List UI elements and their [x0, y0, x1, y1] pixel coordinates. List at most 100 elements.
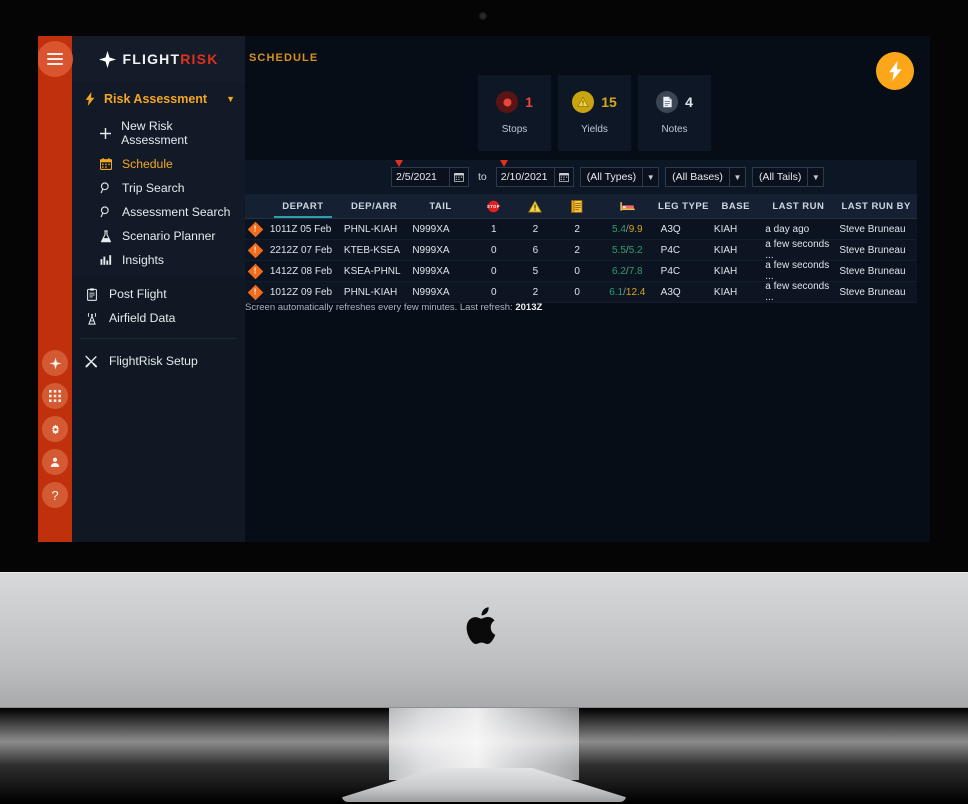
column-header-last-run[interactable]: LAST RUN [761, 194, 835, 218]
table-row[interactable]: ! 1011Z 05 Feb PHNL-KIAH N999XA 1 2 2 5.4/9.9 A3… [245, 219, 917, 240]
risk-diamond-icon[interactable]: ! [245, 263, 266, 279]
grid-apps-icon[interactable] [42, 383, 68, 409]
nav-header-risk-assessment[interactable]: Risk Assessment ▼ [72, 84, 245, 114]
chevron-down-icon[interactable]: ▼ [807, 168, 823, 186]
column-header-tail[interactable]: TAIL [408, 194, 473, 218]
lightning-bolt-icon [888, 61, 902, 81]
sidebar-item-trip-search[interactable]: Trip Search [72, 176, 245, 200]
cell-notes: 0 [574, 265, 580, 277]
chevron-down-icon[interactable]: ▼ [642, 168, 658, 186]
cell-notes: 2 [574, 244, 580, 256]
svg-text:STOP: STOP [487, 203, 500, 208]
cell-last-run-by: Steve Bruneau [839, 223, 906, 235]
brand-name-second: RISK [180, 51, 219, 67]
webcam-dot-icon [479, 12, 487, 20]
stat-card-yields[interactable]: 15 Yields [558, 75, 631, 151]
cell-dep-arr: PHNL-KIAH [343, 286, 398, 298]
screen-content: ? FLIGHTRISK Risk Assessment ▼ New Risk … [38, 36, 930, 542]
duty-value: 9.9 [628, 223, 643, 235]
column-header-rest-duty[interactable] [598, 194, 657, 218]
table-row[interactable]: ! 1012Z 09 Feb PHNL-KIAH N999XA 0 2 0 6.1/12.4 A… [245, 281, 917, 303]
last-refresh-time: 2013Z [515, 302, 543, 313]
stat-card-stops[interactable]: 1 Stops [478, 75, 551, 151]
nav-section-operations: Post Flight Airfield Data [72, 276, 245, 334]
magnifier-icon [98, 182, 113, 194]
filter-select-bases[interactable]: (All Bases) ▼ [665, 167, 746, 187]
tools-icon [84, 355, 99, 368]
column-header-leg-type[interactable]: LEG TYPE [657, 194, 710, 218]
rail-icon-list: ? [38, 343, 72, 515]
sidebar-item-airfield-data[interactable]: Airfield Data [72, 306, 245, 330]
column-header-dep-arr[interactable]: DEP/ARR [340, 194, 408, 218]
stat-label: Stops [501, 124, 528, 135]
filter-select-tails[interactable]: (All Tails) ▼ [751, 167, 825, 187]
chevron-down-icon[interactable]: ▼ [728, 168, 745, 186]
stat-row: 15 [572, 91, 617, 113]
stat-label: Yields [581, 124, 608, 135]
column-header-notes[interactable] [556, 194, 598, 218]
sidebar-item-insights[interactable]: Insights [72, 248, 245, 272]
sidebar-item-label: Schedule [122, 157, 173, 171]
sidebar-item-schedule[interactable]: Schedule [72, 152, 245, 176]
column-header-last-run-by[interactable]: LAST RUN BY [835, 194, 917, 218]
brand-logo[interactable]: FLIGHTRISK [72, 36, 245, 82]
sidebar-item-flightrisk-setup[interactable]: FlightRisk Setup [72, 349, 245, 373]
risk-diamond-icon[interactable]: ! [245, 284, 266, 300]
gear-icon[interactable] [42, 416, 68, 442]
cell-last-run-by: Steve Bruneau [839, 265, 906, 277]
risk-diamond-icon[interactable]: ! [245, 221, 266, 237]
table-row[interactable]: ! 2212Z 07 Feb KTEB-KSEA N999XA 0 6 2 5.5/5.2 P4… [245, 239, 917, 261]
quick-action-button[interactable] [876, 52, 914, 90]
cell-stops: 0 [490, 244, 497, 256]
plus-icon [98, 127, 112, 139]
column-header-yields[interactable] [515, 194, 557, 218]
sidebar-item-new-risk-assessment[interactable]: New Risk Assessment [72, 114, 245, 152]
sidebar-item-label: Trip Search [122, 181, 185, 195]
column-header-base[interactable]: BASE [710, 194, 761, 218]
cell-depart: 2212Z 07 Feb [269, 244, 333, 256]
chevron-down-icon[interactable]: ▼ [226, 94, 235, 104]
rest-value: 6.1 [609, 286, 624, 298]
star-burst-glyph [49, 357, 61, 369]
calendar-icon[interactable] [449, 167, 469, 187]
clipboard-icon [84, 287, 99, 301]
stat-row: 1 [496, 91, 533, 113]
cell-tail: N999XA [412, 265, 450, 277]
bar-chart-icon [98, 254, 113, 266]
table-row[interactable]: ! 1412Z 08 Feb KSEA-PHNL N999XA 0 5 0 6.2/7.8 P4… [245, 260, 917, 282]
duty-value: 5.2 [628, 244, 643, 256]
nav-sub-list: New Risk Assessment Schedule Trip Search… [72, 114, 245, 272]
sidebar-item-assessment-search[interactable]: Assessment Search [72, 200, 245, 224]
schedule-table: DEPART DEP/ARR TAIL STOP LEG TYPE BASE L… [245, 194, 917, 303]
sidebar-item-scenario-planner[interactable]: Scenario Planner [72, 224, 245, 248]
document-icon [656, 91, 679, 113]
cell-dep-arr: KTEB-KSEA [343, 244, 401, 256]
cell-base: KIAH [713, 223, 738, 235]
cell-last-run: a day ago [765, 223, 810, 235]
cell-last-run: a few seconds ... [765, 281, 830, 303]
filter-bar: to (All Types) [245, 160, 917, 194]
sidebar-item-post-flight[interactable]: Post Flight [72, 282, 245, 306]
stat-value: 1 [525, 94, 533, 110]
gear-glyph [51, 424, 59, 434]
column-header-depart[interactable]: DEPART [266, 194, 340, 218]
user-icon[interactable] [42, 449, 68, 475]
cell-yields: 5 [532, 265, 539, 277]
filter-select-types[interactable]: (All Types) ▼ [579, 167, 660, 187]
four-point-star-icon [98, 50, 116, 68]
date-from-input[interactable] [391, 167, 449, 187]
column-header-stops[interactable]: STOP [473, 194, 515, 218]
risk-diamond-icon[interactable]: ! [245, 242, 266, 258]
star-burst-icon[interactable] [42, 350, 68, 376]
cell-depart: 1011Z 05 Feb [269, 223, 332, 235]
apple-logo-icon [466, 607, 496, 645]
stat-card-notes[interactable]: 4 Notes [638, 75, 711, 151]
stat-value: 15 [601, 94, 617, 110]
help-icon[interactable]: ? [42, 482, 68, 508]
stat-card-group: 1 Stops 15 Yields 4 Notes [478, 75, 711, 151]
date-to-input[interactable] [495, 167, 554, 187]
nav-header-label: Risk Assessment [104, 92, 208, 106]
calendar-icon[interactable] [553, 167, 574, 187]
hamburger-icon[interactable] [38, 41, 73, 77]
date-to-group [495, 160, 574, 187]
